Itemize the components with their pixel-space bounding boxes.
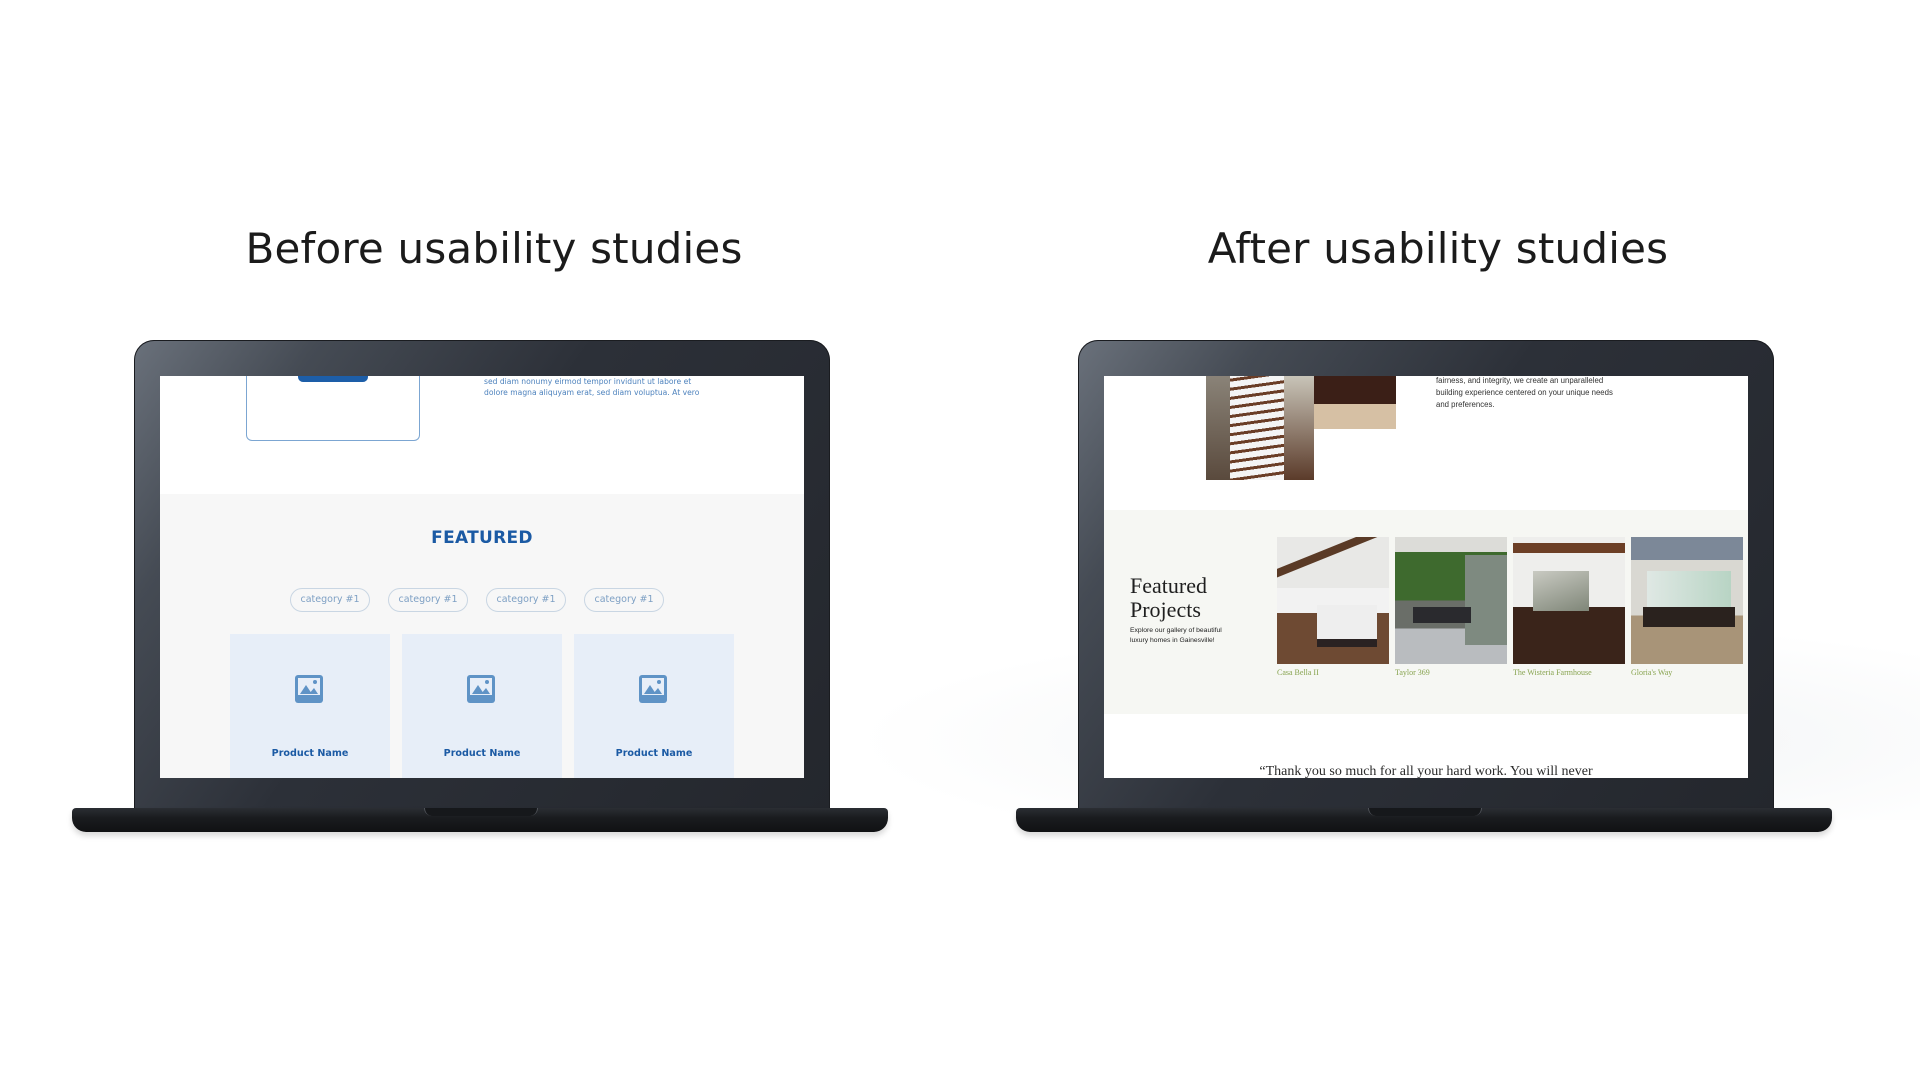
intro-line: building experience centered on your uni… [1436, 388, 1613, 397]
about-section: sed diam nonumy eirmod tempor invidunt u… [160, 376, 804, 494]
featured-projects-heading: Featured Projects [1130, 574, 1207, 622]
featured-heading: FEATURED [431, 528, 533, 548]
category-chip[interactable]: category #1 [584, 588, 664, 612]
dining-room-photo[interactable] [1631, 537, 1743, 664]
lorem-line: dolore magna aliquyam erat, sed diam vol… [484, 388, 700, 397]
interior-floor-photo [1314, 376, 1396, 429]
laptop-notch [424, 808, 538, 816]
category-filters: category #1 category #1 category #1 cate… [290, 588, 664, 612]
staircase-photo [1206, 376, 1314, 480]
dining-staircase-photo[interactable] [1513, 537, 1625, 664]
laptop-base [1016, 808, 1832, 832]
intro-line: and preferences. [1436, 400, 1495, 409]
featured-section: FEATURED category #1 category #1 categor… [160, 494, 804, 778]
category-chip[interactable]: category #1 [290, 588, 370, 612]
featured-projects-section: Featured Projects Explore our gallery of… [1104, 510, 1748, 714]
intro-text: fairness, and integrity, we create an un… [1436, 376, 1626, 411]
category-chip[interactable]: category #1 [486, 588, 566, 612]
project-card[interactable]: Taylor 369 [1395, 537, 1507, 677]
before-title: Before usability studies [245, 224, 743, 274]
product-name: Product Name [615, 748, 693, 759]
image-placeholder-icon [295, 675, 323, 703]
project-name[interactable]: Casa Bella II [1277, 668, 1389, 677]
outlined-card [246, 376, 420, 441]
product-card[interactable]: Product Name [402, 634, 562, 778]
card-button[interactable] [298, 376, 368, 382]
product-name: Product Name [443, 748, 521, 759]
after-title: After usability studies [1207, 224, 1669, 274]
after-screen: fairness, and integrity, we create an un… [1104, 376, 1748, 778]
project-name[interactable]: Gloria's Way [1631, 668, 1743, 677]
porch-swing-photo[interactable] [1395, 537, 1507, 664]
lorem-text: sed diam nonumy eirmod tempor invidunt u… [484, 376, 724, 398]
intro-line: fairness, and integrity, we create an un… [1436, 376, 1604, 385]
bedroom-photo[interactable] [1277, 537, 1389, 664]
product-name: Product Name [271, 748, 349, 759]
product-card[interactable]: Product Name [574, 634, 734, 778]
laptop-lid: fairness, and integrity, we create an un… [1078, 340, 1774, 812]
project-card[interactable]: Casa Bella II [1277, 537, 1389, 677]
featured-projects-subtitle: Explore our gallery of beautiful luxury … [1130, 627, 1222, 644]
image-placeholder-icon [467, 675, 495, 703]
testimonial-quote: “Thank you so much for all your hard wor… [1259, 764, 1593, 778]
project-name[interactable]: The Wisteria Farmhouse [1513, 668, 1625, 677]
before-screen: sed diam nonumy eirmod tempor invidunt u… [160, 376, 804, 778]
laptop-base [72, 808, 888, 832]
product-card[interactable]: Product Name [230, 634, 390, 778]
project-gallery: Casa Bella II Taylor 369 The Wisteria Fa… [1277, 537, 1743, 677]
project-card[interactable]: The Wisteria Farmhouse [1513, 537, 1625, 677]
laptop-lid: sed diam nonumy eirmod tempor invidunt u… [134, 340, 830, 812]
before-laptop-mockup: sed diam nonumy eirmod tempor invidunt u… [72, 340, 888, 836]
heading-line: Projects [1130, 597, 1201, 622]
laptop-notch [1368, 808, 1482, 816]
category-chip[interactable]: category #1 [388, 588, 468, 612]
after-laptop-mockup: fairness, and integrity, we create an un… [1016, 340, 1832, 836]
project-name[interactable]: Taylor 369 [1395, 668, 1507, 677]
lorem-line: sed diam nonumy eirmod tempor invidunt u… [484, 377, 692, 386]
heading-line: Featured [1130, 573, 1207, 598]
project-card[interactable]: Gloria's Way [1631, 537, 1743, 677]
image-placeholder-icon [639, 675, 667, 703]
product-grid: Product Name Product Name Product Name [230, 634, 734, 778]
